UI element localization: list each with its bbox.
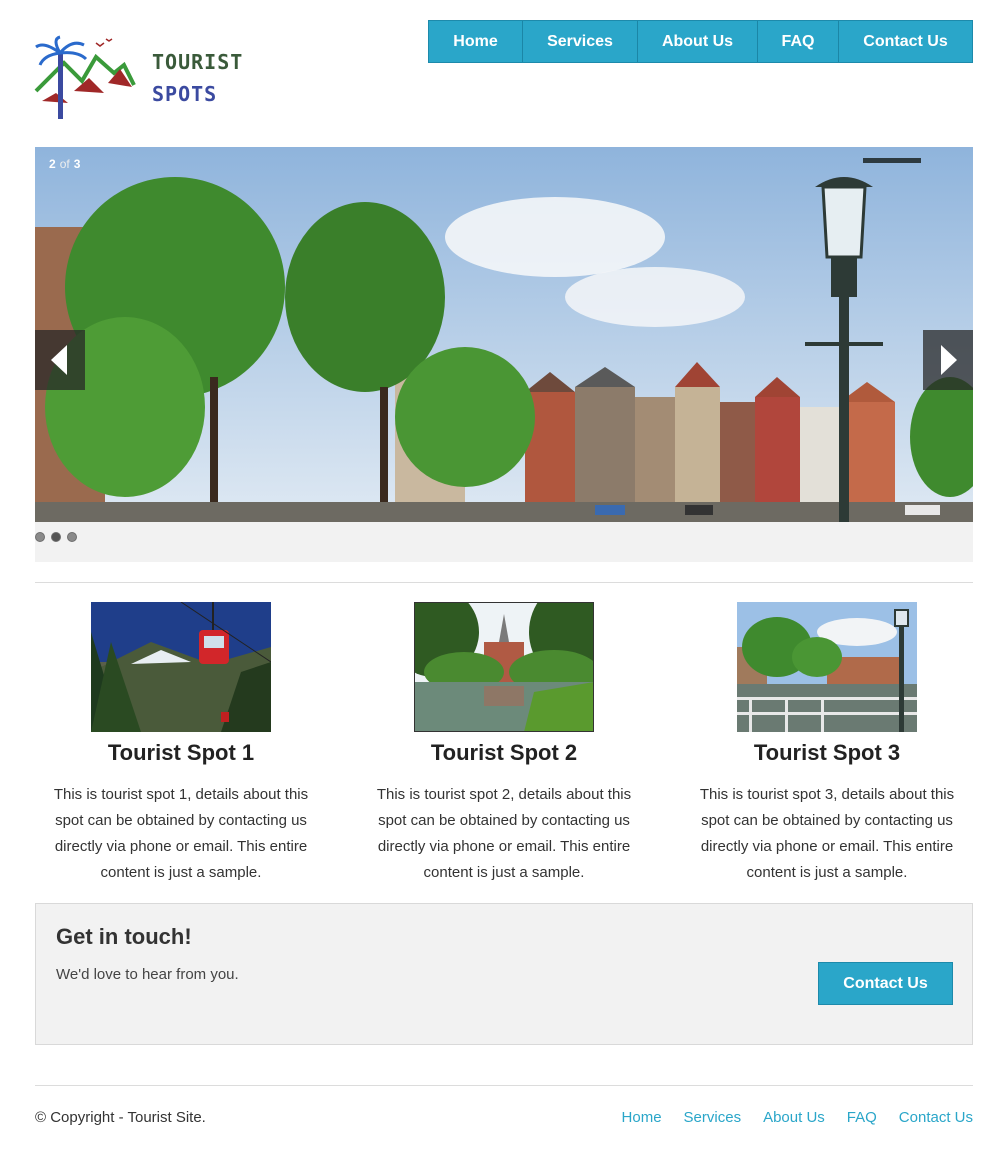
spot-description: This is tourist spot 3, details about th…: [699, 786, 955, 881]
slide-progress-bar: [863, 158, 921, 163]
spot-title: Tourist Spot 3: [753, 740, 901, 765]
divider: [35, 582, 973, 583]
image-slider: 2 of 3: [35, 147, 973, 562]
footer-link-contact-us[interactable]: Contact Us: [899, 1109, 973, 1126]
touch-title: Get in touch!: [56, 924, 192, 949]
spot-title: Tourist Spot 1: [107, 740, 255, 765]
tourist-spot-card: Tourist Spot 2 This is tourist spot 2, d…: [359, 602, 649, 886]
chevron-right-icon: [941, 345, 957, 375]
site-logo[interactable]: TOURIST SPOTS: [34, 30, 244, 125]
nav-contact-us[interactable]: Contact Us: [839, 21, 972, 62]
tourist-spot-card: Tourist Spot 1 This is tourist spot 1, d…: [36, 602, 326, 886]
slider-dot-2[interactable]: [51, 532, 61, 542]
footer-link-services[interactable]: Services: [684, 1109, 742, 1126]
touch-text: We'd love to hear from you.: [56, 966, 239, 983]
footer-link-home[interactable]: Home: [622, 1109, 662, 1126]
footer-link-about-us[interactable]: About Us: [763, 1109, 825, 1126]
slider-dot-3[interactable]: [67, 532, 77, 542]
slide-current: 2: [49, 157, 56, 171]
slide-image: [35, 147, 973, 522]
footer-nav: Home Services About Us FAQ Contact Us: [622, 1109, 973, 1126]
tourist-spot-card: Tourist Spot 3 This is tourist spot 3, d…: [682, 602, 972, 886]
spot-3-image[interactable]: [737, 602, 917, 732]
spot-title: Tourist Spot 2: [430, 740, 578, 765]
spot-1-image[interactable]: [91, 602, 271, 732]
palm-mountain-logo-icon: [34, 35, 136, 119]
contact-us-button[interactable]: Contact Us: [818, 962, 953, 1005]
slide-total: 3: [73, 157, 81, 171]
get-in-touch-panel: Get in touch! We'd love to hear from you…: [35, 903, 973, 1045]
nav-faq[interactable]: FAQ: [758, 21, 839, 62]
copyright-text: © Copyright - Tourist Site.: [35, 1109, 206, 1126]
spot-2-image[interactable]: [414, 602, 594, 732]
slide-counter: 2 of 3: [49, 157, 80, 171]
footer-link-faq[interactable]: FAQ: [847, 1109, 877, 1126]
slider-dot-1[interactable]: [35, 532, 45, 542]
main-nav: Home Services About Us FAQ Contact Us: [428, 20, 973, 63]
divider: [35, 1085, 973, 1086]
slide-of: of: [59, 157, 70, 171]
logo-text-spots: SPOTS: [152, 81, 218, 106]
spot-description: This is tourist spot 2, details about th…: [376, 786, 632, 881]
logo-text-tourist: TOURIST: [152, 49, 244, 74]
slider-pagination: [35, 532, 77, 542]
nav-home[interactable]: Home: [429, 21, 523, 62]
nav-services[interactable]: Services: [523, 21, 638, 62]
slider-next-button[interactable]: [923, 330, 973, 390]
spot-description: This is tourist spot 1, details about th…: [53, 786, 309, 881]
slider-prev-button[interactable]: [35, 330, 85, 390]
nav-about-us[interactable]: About Us: [638, 21, 758, 62]
chevron-left-icon: [51, 345, 67, 375]
